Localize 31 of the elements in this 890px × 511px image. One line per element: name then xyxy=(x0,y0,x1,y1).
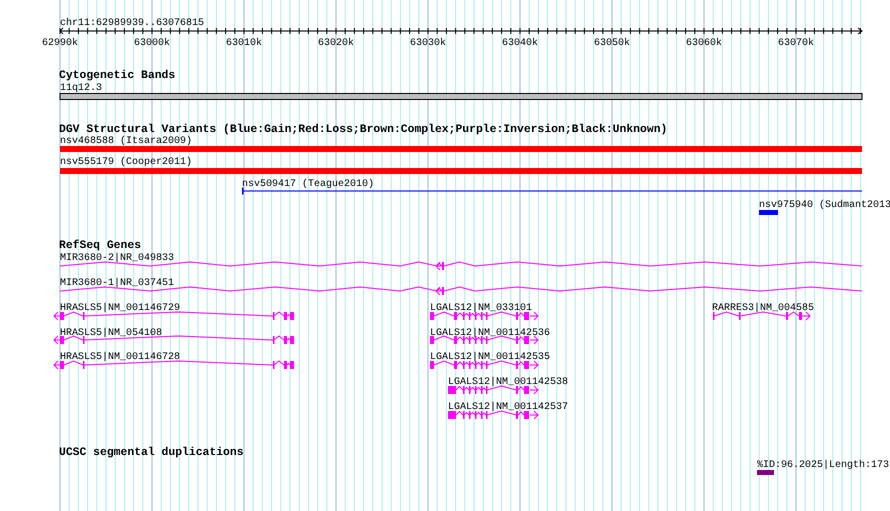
feature-label: nsv555179 (Cooper2011) xyxy=(60,157,192,168)
region-label: chr11:62989939..63076815 xyxy=(60,18,204,29)
ruler-label: 63030k xyxy=(410,38,446,49)
feature-label: LGALS12|NM_033101 xyxy=(430,303,532,314)
feature-label: %ID:96.2025|Length:173 xyxy=(757,460,890,471)
track-title: Cytogenetic Bands xyxy=(59,70,176,82)
feature-label: HRASLS5|NM_001146728 xyxy=(60,352,180,363)
feature-label: MIR3680-2|NR_049833 xyxy=(60,253,174,264)
feature-label: LGALS12|NM_001142537 xyxy=(448,402,568,413)
ruler-label: 63070k xyxy=(778,38,814,49)
ruler-label: 63010k xyxy=(226,38,262,49)
feature-label: nsv975940 (Sudmant2013 xyxy=(759,200,890,211)
track-title: UCSC segmental duplications xyxy=(59,447,244,459)
track-title: DGV Structural Variants (Blue:Gain;Red:Loss;Brown:Complex;Purple:Inversion;Black:Unknown) xyxy=(59,124,668,136)
feature-label: LGALS12|NM_001142538 xyxy=(448,377,568,388)
ruler-label: 62990k xyxy=(42,38,78,49)
feature-label: RARRES3|NM_004585 xyxy=(712,303,814,314)
ruler-label: 63020k xyxy=(318,38,354,49)
feature-label: HRASLS5|NM_001146729 xyxy=(60,303,180,314)
ruler-label: 63060k xyxy=(686,38,722,49)
feature-label: nsv468588 (Itsara2009) xyxy=(60,136,192,147)
feature-label: 11q12.3 xyxy=(60,83,102,94)
feature-label: HRASLS5|NM_054108 xyxy=(60,328,162,339)
feature-label: LGALS12|NM_001142536 xyxy=(430,328,550,339)
ruler-label: 63050k xyxy=(594,38,630,49)
feature-label: nsv509417 (Teague2010) xyxy=(242,179,374,190)
ruler-label: 63000k xyxy=(134,38,170,49)
ruler-label: 63040k xyxy=(502,38,538,49)
feature-label: MIR3680-1|NR_037451 xyxy=(60,278,174,289)
feature-label: LGALS12|NM_001142535 xyxy=(430,352,550,363)
track-title: RefSeq Genes xyxy=(59,240,142,252)
